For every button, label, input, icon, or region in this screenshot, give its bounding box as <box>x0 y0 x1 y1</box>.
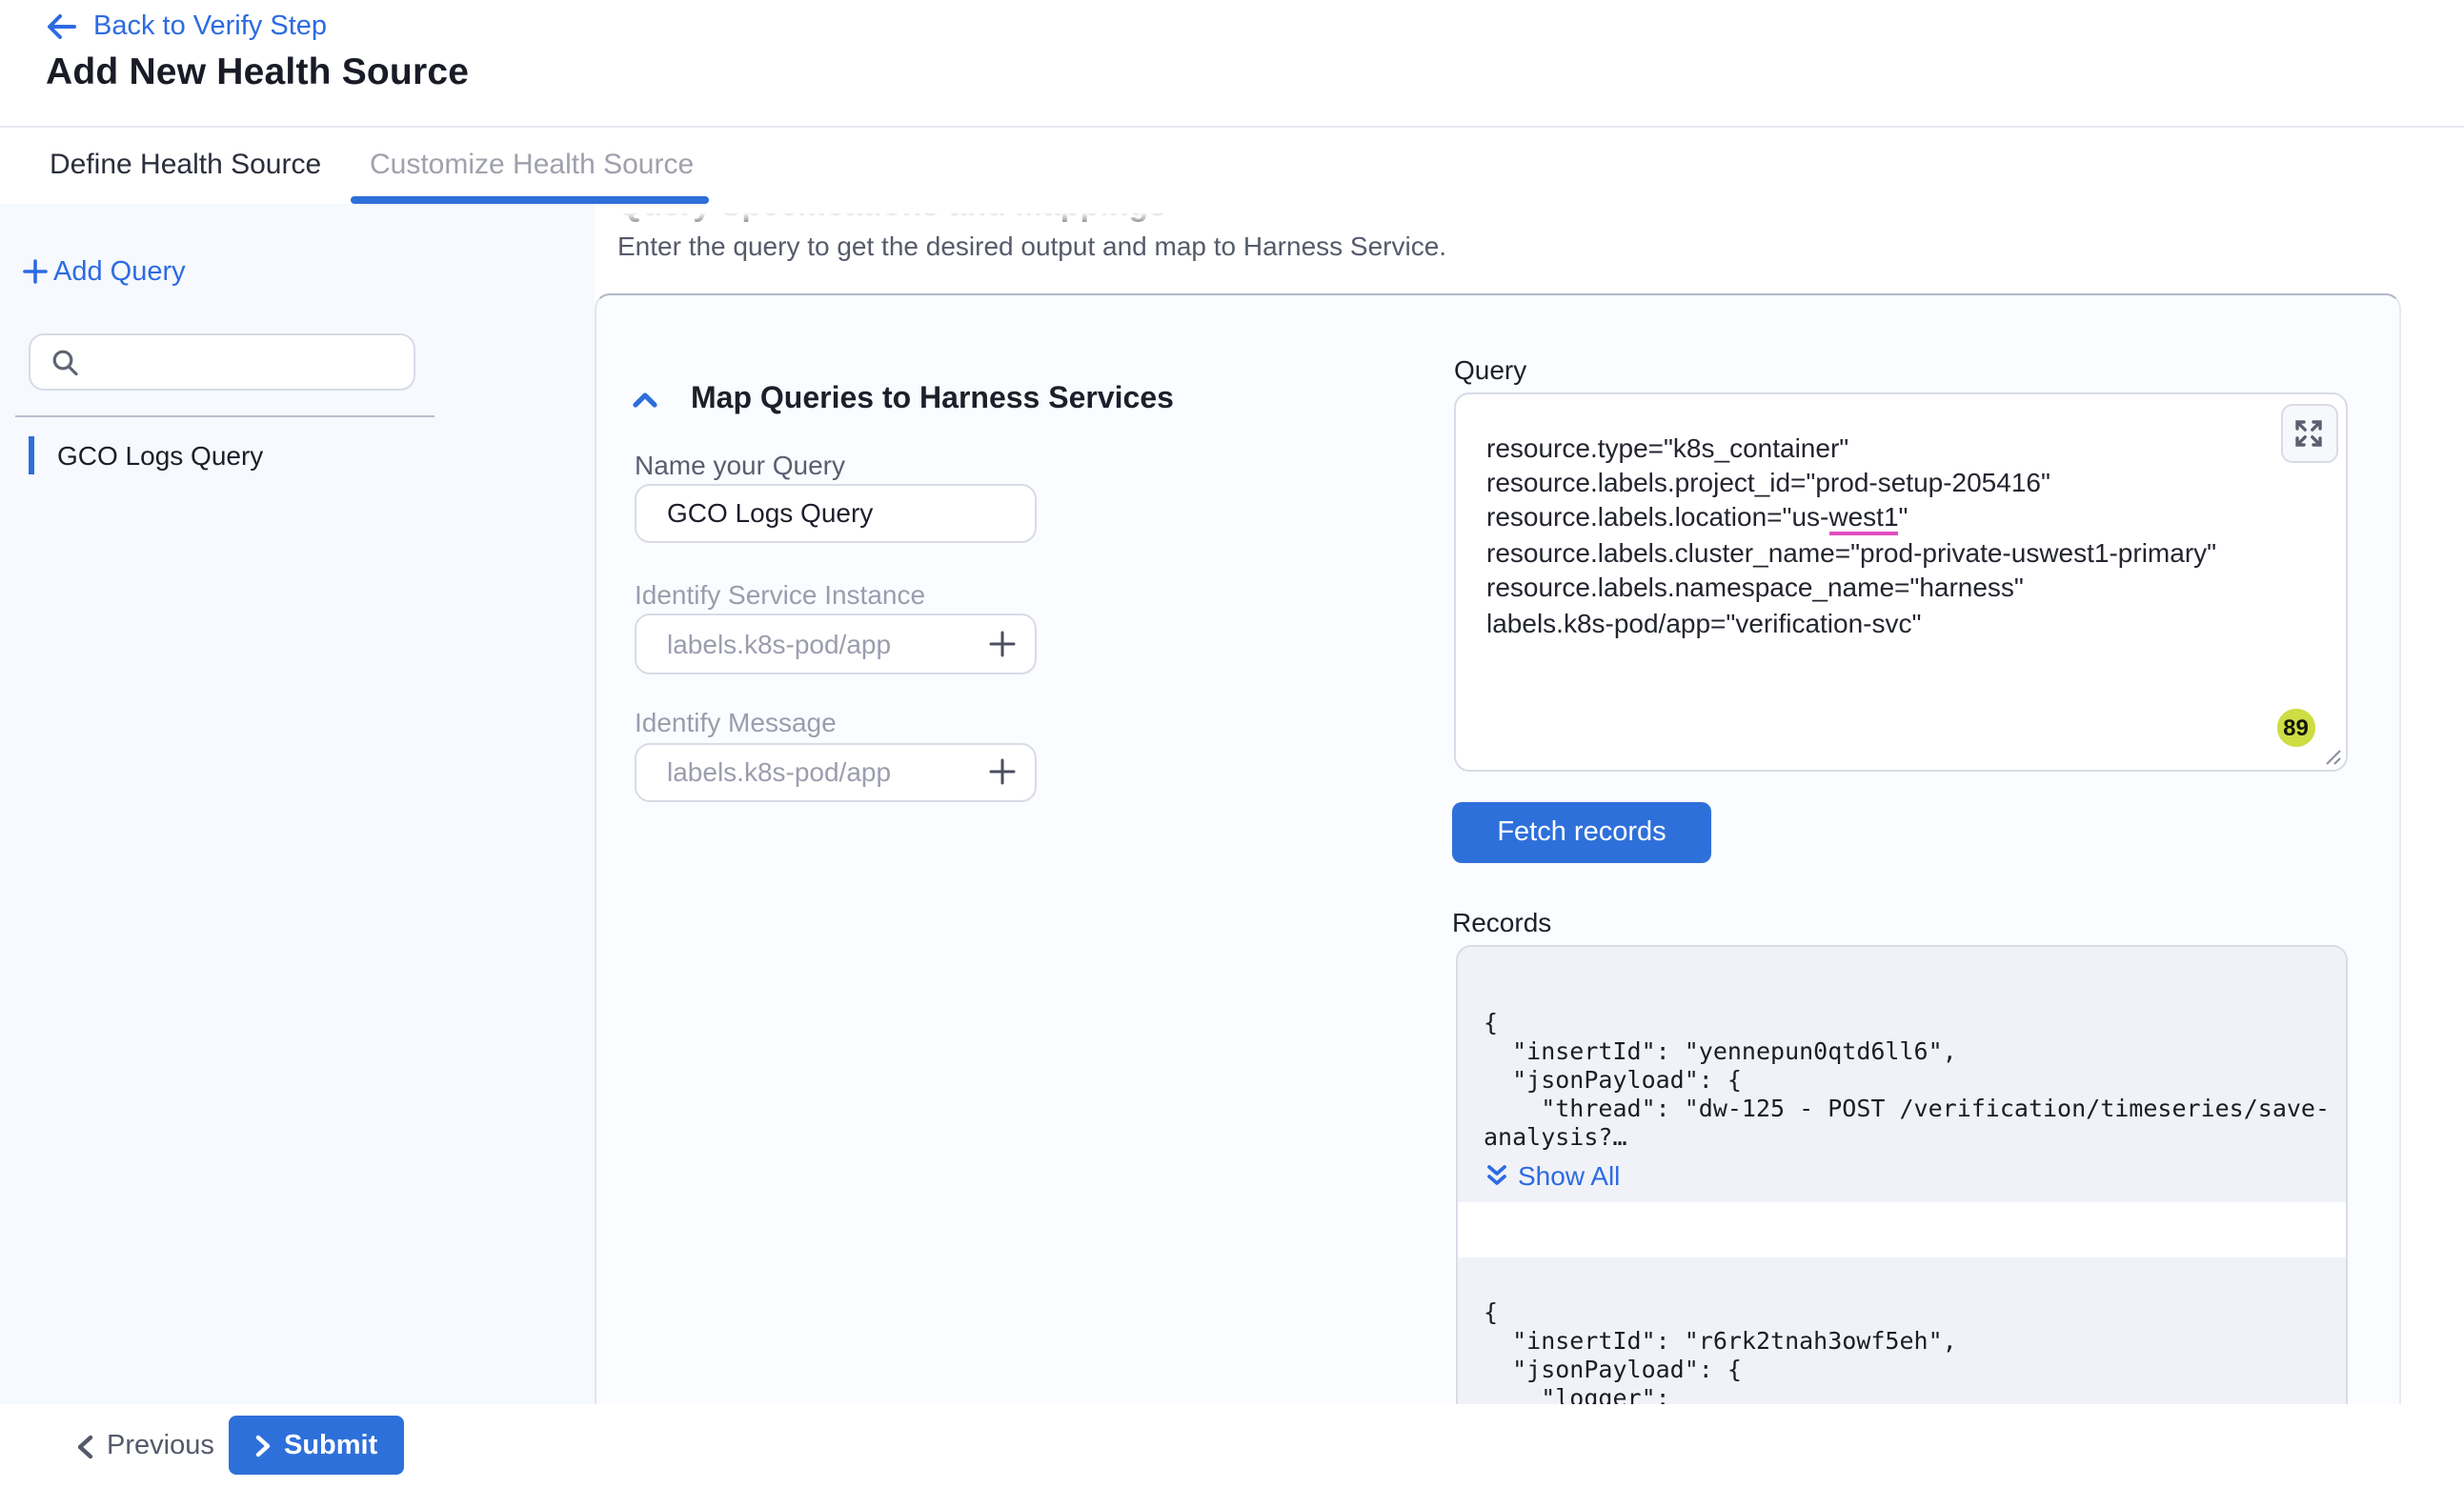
show-all-link[interactable]: Show All <box>1485 1160 1620 1191</box>
add-health-source-window: Back to Verify Step Add New Health Sourc… <box>0 0 2464 1488</box>
tab-customize-health-source[interactable]: Customize Health Source <box>370 149 694 181</box>
query-name-input[interactable] <box>663 496 1016 531</box>
footer-bar: Previous Submit <box>0 1404 2464 1488</box>
query-text: resource.type="k8s_container"resource.la… <box>1486 430 2216 640</box>
record-item: { "insertId": "r6rk2tnah3owf5eh", "jsonP… <box>1457 1257 2345 1404</box>
query-sidebar: Add Query GCO Logs Query <box>0 203 594 1404</box>
show-all-label: Show All <box>1518 1160 1620 1191</box>
search-icon <box>51 349 78 375</box>
name-your-query-label: Name your Query <box>635 450 845 480</box>
active-tab-underline <box>351 196 709 203</box>
records-label: Records <box>1452 906 1551 936</box>
records-panel: { "insertId": "yennepun0qtd6ll6", "jsonP… <box>1455 945 2347 1404</box>
back-to-verify-link[interactable]: Back to Verify Step <box>46 11 327 42</box>
record-item: { "insertId": "yennepun0qtd6ll6", "jsonP… <box>1457 947 2345 1202</box>
submit-button[interactable]: Submit <box>229 1416 404 1475</box>
previous-button[interactable]: Previous <box>76 1421 214 1471</box>
back-arrow-icon <box>46 13 76 40</box>
map-queries-heading: Map Queries to Harness Services <box>691 382 1174 416</box>
scroll-fade-overlay <box>594 203 2463 231</box>
sidebar-divider <box>14 415 434 417</box>
add-service-instance-plus-icon[interactable] <box>989 631 1016 657</box>
identify-message-field <box>635 742 1037 802</box>
chevron-right-icon <box>255 1434 271 1457</box>
query-item-label: GCO Logs Query <box>57 439 263 470</box>
search-input[interactable] <box>93 346 406 378</box>
identify-service-instance-label: Identify Service Instance <box>635 578 925 609</box>
tab-define-health-source[interactable]: Define Health Source <box>50 149 321 181</box>
double-chevron-down-icon <box>1485 1164 1506 1187</box>
service-instance-input[interactable] <box>663 627 989 661</box>
query-label: Query <box>1454 353 1526 384</box>
chevron-up-icon[interactable] <box>632 390 656 409</box>
previous-label: Previous <box>107 1431 214 1461</box>
submit-label: Submit <box>284 1430 377 1460</box>
plus-icon <box>23 259 48 284</box>
chevron-left-icon <box>76 1434 93 1458</box>
add-query-button[interactable]: Add Query <box>23 256 186 287</box>
query-name-field <box>635 483 1037 543</box>
identify-message-input[interactable] <box>663 755 989 790</box>
section-subtitle: Enter the query to get the desired outpu… <box>617 231 1446 261</box>
sidebar-item-gco-logs-query[interactable]: GCO Logs Query <box>0 426 593 483</box>
query-textarea[interactable]: resource.type="k8s_container"resource.la… <box>1454 392 2347 771</box>
query-search-box <box>29 333 415 391</box>
character-count-badge: 89 <box>2277 709 2314 746</box>
query-line-location: resource.labels.location="us-west1" <box>1486 500 2216 535</box>
content-area: Add Query GCO Logs Query Query Specifica… <box>0 203 2464 1404</box>
page-title: Add New Health Source <box>46 51 469 95</box>
expand-query-button[interactable] <box>2280 403 2337 462</box>
service-instance-field <box>635 613 1037 674</box>
back-link-label: Back to Verify Step <box>93 11 327 42</box>
fetch-records-button[interactable]: Fetch records <box>1452 802 1711 863</box>
identify-message-label: Identify Message <box>635 706 837 736</box>
add-query-label: Add Query <box>53 256 186 287</box>
resize-handle[interactable] <box>2322 746 2341 765</box>
header-divider <box>0 126 2464 128</box>
selected-query-indicator <box>29 435 34 473</box>
fullscreen-icon <box>2294 418 2323 447</box>
add-message-plus-icon[interactable] <box>989 759 1016 786</box>
spellcheck-marked-word: west1 <box>1828 502 1898 536</box>
